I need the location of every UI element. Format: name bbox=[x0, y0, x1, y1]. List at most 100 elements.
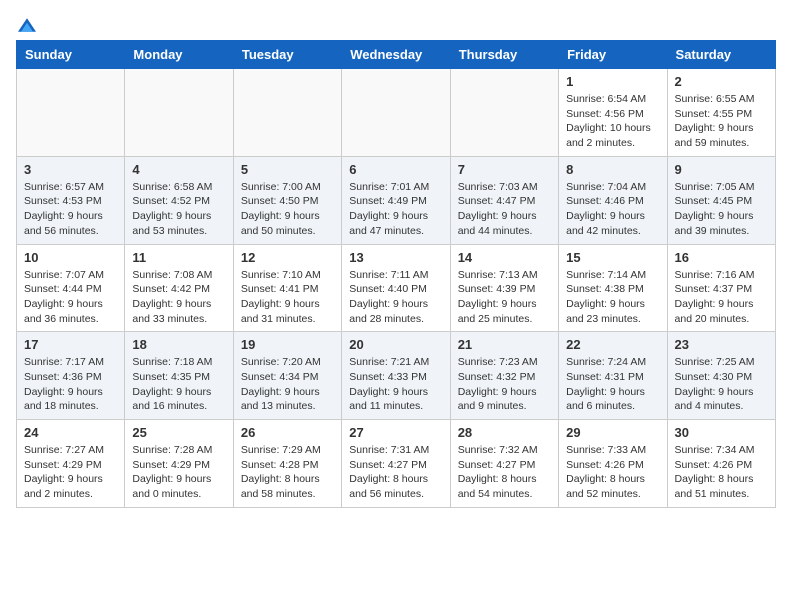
weekday-header: Thursday bbox=[450, 41, 558, 69]
day-info: Sunrise: 7:11 AM Sunset: 4:40 PM Dayligh… bbox=[349, 268, 442, 327]
day-number: 21 bbox=[458, 337, 551, 352]
day-info: Sunrise: 7:01 AM Sunset: 4:49 PM Dayligh… bbox=[349, 180, 442, 239]
calendar-cell: 6 Sunrise: 7:01 AM Sunset: 4:49 PM Daylig… bbox=[342, 156, 450, 244]
calendar-cell: 11 Sunrise: 7:08 AM Sunset: 4:42 PM Dayli… bbox=[125, 244, 233, 332]
day-info: Sunrise: 7:32 AM Sunset: 4:27 PM Dayligh… bbox=[458, 443, 551, 502]
day-number: 4 bbox=[132, 162, 225, 177]
day-number: 1 bbox=[566, 74, 659, 89]
calendar-cell bbox=[450, 69, 558, 157]
calendar-cell: 22 Sunrise: 7:24 AM Sunset: 4:31 PM Dayli… bbox=[559, 332, 667, 420]
day-info: Sunrise: 7:33 AM Sunset: 4:26 PM Dayligh… bbox=[566, 443, 659, 502]
logo-icon bbox=[18, 16, 36, 34]
day-number: 9 bbox=[675, 162, 768, 177]
day-number: 2 bbox=[675, 74, 768, 89]
day-number: 23 bbox=[675, 337, 768, 352]
day-info: Sunrise: 7:07 AM Sunset: 4:44 PM Dayligh… bbox=[24, 268, 117, 327]
calendar-cell bbox=[342, 69, 450, 157]
calendar-cell: 5Sunrise: 7:00 AM Sunset: 4:50 PM Daylig… bbox=[233, 156, 341, 244]
calendar-cell: 25Sunrise: 7:28 AM Sunset: 4:29 PM Dayli… bbox=[125, 420, 233, 508]
calendar-cell: 19 Sunrise: 7:20 AM Sunset: 4:34 PM Dayli… bbox=[233, 332, 341, 420]
day-info: Sunrise: 7:21 AM Sunset: 4:33 PM Dayligh… bbox=[349, 355, 442, 414]
day-info: Sunrise: 7:03 AM Sunset: 4:47 PM Dayligh… bbox=[458, 180, 551, 239]
day-info: Sunrise: 6:54 AM Sunset: 4:56 PM Dayligh… bbox=[566, 92, 659, 151]
day-info: Sunrise: 7:17 AM Sunset: 4:36 PM Dayligh… bbox=[24, 355, 117, 414]
calendar-cell: 15Sunrise: 7:14 AM Sunset: 4:38 PM Dayli… bbox=[559, 244, 667, 332]
day-info: Sunrise: 7:04 AM Sunset: 4:46 PM Dayligh… bbox=[566, 180, 659, 239]
calendar-body: 1 Sunrise: 6:54 AM Sunset: 4:56 PM Daylig… bbox=[17, 69, 776, 508]
day-number: 26 bbox=[241, 425, 334, 440]
day-info: Sunrise: 7:14 AM Sunset: 4:38 PM Dayligh… bbox=[566, 268, 659, 327]
day-number: 19 bbox=[241, 337, 334, 352]
calendar-cell bbox=[125, 69, 233, 157]
day-info: Sunrise: 6:58 AM Sunset: 4:52 PM Dayligh… bbox=[132, 180, 225, 239]
calendar-cell: 16 Sunrise: 7:16 AM Sunset: 4:37 PM Dayli… bbox=[667, 244, 775, 332]
day-info: Sunrise: 7:25 AM Sunset: 4:30 PM Dayligh… bbox=[675, 355, 768, 414]
calendar-cell: 30 Sunrise: 7:34 AM Sunset: 4:26 PM Dayli… bbox=[667, 420, 775, 508]
calendar-cell: 1 Sunrise: 6:54 AM Sunset: 4:56 PM Daylig… bbox=[559, 69, 667, 157]
day-number: 7 bbox=[458, 162, 551, 177]
day-number: 30 bbox=[675, 425, 768, 440]
day-number: 20 bbox=[349, 337, 442, 352]
day-info: Sunrise: 7:24 AM Sunset: 4:31 PM Dayligh… bbox=[566, 355, 659, 414]
day-info: Sunrise: 7:16 AM Sunset: 4:37 PM Dayligh… bbox=[675, 268, 768, 327]
weekday-header: Tuesday bbox=[233, 41, 341, 69]
day-number: 24 bbox=[24, 425, 117, 440]
day-info: Sunrise: 6:55 AM Sunset: 4:55 PM Dayligh… bbox=[675, 92, 768, 151]
calendar-cell: 14 Sunrise: 7:13 AM Sunset: 4:39 PM Dayli… bbox=[450, 244, 558, 332]
weekday-header: Friday bbox=[559, 41, 667, 69]
calendar-cell: 23 Sunrise: 7:25 AM Sunset: 4:30 PM Dayli… bbox=[667, 332, 775, 420]
day-info: Sunrise: 7:18 AM Sunset: 4:35 PM Dayligh… bbox=[132, 355, 225, 414]
calendar-cell: 12 Sunrise: 7:10 AM Sunset: 4:41 PM Dayli… bbox=[233, 244, 341, 332]
day-number: 18 bbox=[132, 337, 225, 352]
calendar-cell: 18 Sunrise: 7:18 AM Sunset: 4:35 PM Dayli… bbox=[125, 332, 233, 420]
day-info: Sunrise: 7:31 AM Sunset: 4:27 PM Dayligh… bbox=[349, 443, 442, 502]
calendar-cell: 20 Sunrise: 7:21 AM Sunset: 4:33 PM Dayli… bbox=[342, 332, 450, 420]
day-number: 17 bbox=[24, 337, 117, 352]
day-number: 16 bbox=[675, 250, 768, 265]
calendar-cell: 9 Sunrise: 7:05 AM Sunset: 4:45 PM Daylig… bbox=[667, 156, 775, 244]
day-info: Sunrise: 7:10 AM Sunset: 4:41 PM Dayligh… bbox=[241, 268, 334, 327]
calendar-week-row: 24 Sunrise: 7:27 AM Sunset: 4:29 PM Dayli… bbox=[17, 420, 776, 508]
calendar-cell: 24 Sunrise: 7:27 AM Sunset: 4:29 PM Dayli… bbox=[17, 420, 125, 508]
calendar-cell: 8 Sunrise: 7:04 AM Sunset: 4:46 PM Daylig… bbox=[559, 156, 667, 244]
day-info: Sunrise: 7:29 AM Sunset: 4:28 PM Dayligh… bbox=[241, 443, 334, 502]
day-number: 10 bbox=[24, 250, 117, 265]
day-number: 6 bbox=[349, 162, 442, 177]
day-number: 14 bbox=[458, 250, 551, 265]
calendar-cell: 13 Sunrise: 7:11 AM Sunset: 4:40 PM Dayli… bbox=[342, 244, 450, 332]
day-info: Sunrise: 7:20 AM Sunset: 4:34 PM Dayligh… bbox=[241, 355, 334, 414]
day-info: Sunrise: 7:13 AM Sunset: 4:39 PM Dayligh… bbox=[458, 268, 551, 327]
calendar-cell: 7 Sunrise: 7:03 AM Sunset: 4:47 PM Daylig… bbox=[450, 156, 558, 244]
calendar-table: SundayMondayTuesdayWednesdayThursdayFrid… bbox=[16, 40, 776, 508]
day-info: Sunrise: 7:23 AM Sunset: 4:32 PM Dayligh… bbox=[458, 355, 551, 414]
day-number: 13 bbox=[349, 250, 442, 265]
day-info: Sunrise: 7:28 AM Sunset: 4:29 PM Dayligh… bbox=[132, 443, 225, 502]
calendar-cell: 29 Sunrise: 7:33 AM Sunset: 4:26 PM Dayli… bbox=[559, 420, 667, 508]
calendar-cell: 10 Sunrise: 7:07 AM Sunset: 4:44 PM Dayli… bbox=[17, 244, 125, 332]
day-number: 22 bbox=[566, 337, 659, 352]
day-info: Sunrise: 7:34 AM Sunset: 4:26 PM Dayligh… bbox=[675, 443, 768, 502]
day-number: 11 bbox=[132, 250, 225, 265]
weekday-header: Saturday bbox=[667, 41, 775, 69]
day-info: Sunrise: 7:00 AM Sunset: 4:50 PM Dayligh… bbox=[241, 180, 334, 239]
day-number: 28 bbox=[458, 425, 551, 440]
weekday-header: Wednesday bbox=[342, 41, 450, 69]
calendar-cell: 3Sunrise: 6:57 AM Sunset: 4:53 PM Daylig… bbox=[17, 156, 125, 244]
calendar-cell bbox=[17, 69, 125, 157]
day-info: Sunrise: 6:57 AM Sunset: 4:53 PM Dayligh… bbox=[24, 180, 117, 239]
calendar-cell: 4 Sunrise: 6:58 AM Sunset: 4:52 PM Daylig… bbox=[125, 156, 233, 244]
day-info: Sunrise: 7:27 AM Sunset: 4:29 PM Dayligh… bbox=[24, 443, 117, 502]
weekday-header: Sunday bbox=[17, 41, 125, 69]
day-info: Sunrise: 7:08 AM Sunset: 4:42 PM Dayligh… bbox=[132, 268, 225, 327]
weekday-header-row: SundayMondayTuesdayWednesdayThursdayFrid… bbox=[17, 41, 776, 69]
calendar-week-row: 3Sunrise: 6:57 AM Sunset: 4:53 PM Daylig… bbox=[17, 156, 776, 244]
calendar-week-row: 17 Sunrise: 7:17 AM Sunset: 4:36 PM Dayli… bbox=[17, 332, 776, 420]
calendar-cell: 26 Sunrise: 7:29 AM Sunset: 4:28 PM Dayli… bbox=[233, 420, 341, 508]
calendar-cell bbox=[233, 69, 341, 157]
day-number: 8 bbox=[566, 162, 659, 177]
calendar-cell: 2 Sunrise: 6:55 AM Sunset: 4:55 PM Daylig… bbox=[667, 69, 775, 157]
calendar-cell: 17 Sunrise: 7:17 AM Sunset: 4:36 PM Dayli… bbox=[17, 332, 125, 420]
day-info: Sunrise: 7:05 AM Sunset: 4:45 PM Dayligh… bbox=[675, 180, 768, 239]
day-number: 12 bbox=[241, 250, 334, 265]
day-number: 29 bbox=[566, 425, 659, 440]
